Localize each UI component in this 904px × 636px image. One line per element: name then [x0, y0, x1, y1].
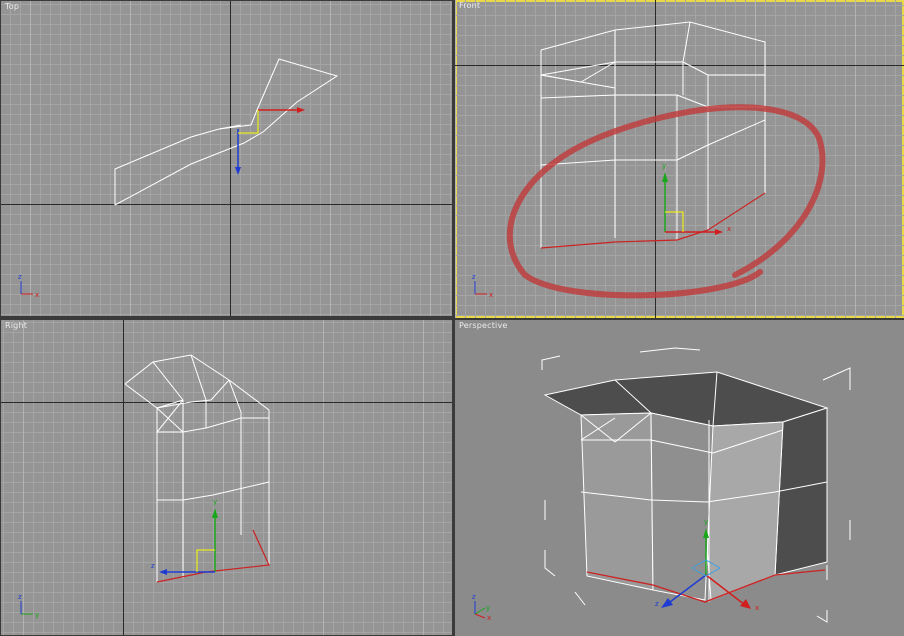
grid-top: [1, 1, 452, 316]
viewport-label-top[interactable]: Top: [5, 2, 19, 11]
tripod-right-z: z: [18, 593, 22, 601]
gizmo-label-y: y: [662, 162, 666, 170]
gizmo-persp-label-y: y: [704, 518, 708, 526]
viewport-top[interactable]: Top x z: [1, 1, 452, 316]
viewport-label-perspective[interactable]: Perspective: [459, 321, 508, 330]
gizmo-persp-label-x: x: [755, 604, 759, 612]
viewport-perspective[interactable]: Perspective y x z x y z: [455, 320, 904, 636]
axis-tripod-top: x z: [18, 273, 39, 299]
gizmo-right-label-y: y: [213, 498, 217, 506]
viewport-front-canvas[interactable]: x y x z: [455, 0, 904, 318]
gizmo-front[interactable]: x y: [662, 162, 731, 235]
viewport-right[interactable]: Right y z y z: [1, 320, 452, 635]
shaded-model: [543, 371, 829, 601]
tripod-front-z: z: [472, 273, 476, 281]
tripod-right-y: y: [35, 611, 39, 619]
viewport-front[interactable]: Front x y x z: [455, 0, 904, 318]
wireframe-right: [124, 354, 270, 582]
tripod-persp-x: x: [487, 614, 491, 622]
tripod-persp-y: y: [486, 604, 490, 612]
viewport-top-canvas[interactable]: x z: [1, 1, 452, 316]
wireframe-top: [114, 58, 339, 206]
axis-label-x: x: [35, 291, 39, 299]
gizmo-right-label-z: z: [151, 562, 155, 570]
viewport-right-canvas[interactable]: y z y z: [1, 320, 452, 635]
viewport-label-front[interactable]: Front: [459, 1, 480, 10]
grid-right: [1, 320, 452, 635]
gizmo-persp-label-z: z: [655, 600, 659, 608]
tripod-front-x: x: [489, 291, 493, 299]
selected-edges-front: [540, 192, 766, 249]
viewport-perspective-canvas[interactable]: y x z x y z: [455, 320, 904, 636]
gizmo-right[interactable]: y z: [151, 498, 218, 575]
axis-tripod-perspective: x y z: [472, 593, 491, 622]
viewport-label-right[interactable]: Right: [5, 321, 27, 330]
axis-label-z: z: [18, 273, 22, 281]
gizmo-label-x: x: [727, 225, 731, 233]
axis-tripod-right: y z: [18, 593, 39, 619]
tripod-persp-z: z: [472, 593, 476, 601]
